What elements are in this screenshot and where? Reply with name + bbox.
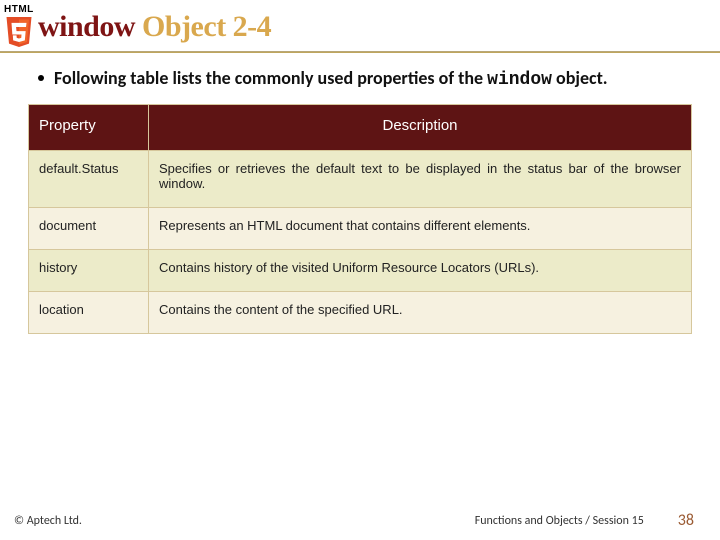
col-header-property: Property bbox=[29, 105, 149, 151]
cell-property: document bbox=[29, 208, 149, 250]
table-row: history Contains history of the visited … bbox=[29, 250, 692, 292]
slide-content: Following table lists the commonly used … bbox=[0, 53, 720, 334]
table-header-row: Property Description bbox=[29, 105, 692, 151]
html5-shield-icon bbox=[4, 15, 34, 49]
table-row: document Represents an HTML document tha… bbox=[29, 208, 692, 250]
cell-description: Specifies or retrieves the default text … bbox=[149, 151, 692, 208]
title-part-1: window bbox=[38, 10, 142, 43]
bullet-text: Following table lists the commonly used … bbox=[54, 67, 608, 90]
properties-table: Property Description default.Status Spec… bbox=[28, 104, 692, 334]
bullet-item: Following table lists the commonly used … bbox=[38, 67, 692, 90]
bullet-post: object. bbox=[552, 67, 608, 89]
footer-copyright: © Aptech Ltd. bbox=[14, 514, 82, 528]
cell-description: Contains the content of the specified UR… bbox=[149, 292, 692, 334]
slide-title: window Object 2-4 bbox=[38, 10, 271, 44]
bullet-pre: Following table lists the commonly used … bbox=[54, 67, 487, 89]
col-header-description: Description bbox=[149, 105, 692, 151]
cell-description: Contains history of the visited Uniform … bbox=[149, 250, 692, 292]
cell-description: Represents an HTML document that contain… bbox=[149, 208, 692, 250]
html5-logo-word: HTML bbox=[4, 4, 34, 15]
bullet-code: window bbox=[487, 70, 552, 90]
bullet-dot-icon bbox=[38, 75, 44, 81]
slide-header: HTML window Object 2-4 bbox=[0, 0, 720, 49]
footer-page-number: 38 bbox=[678, 511, 694, 530]
table-row: default.Status Specifies or retrieves th… bbox=[29, 151, 692, 208]
cell-property: history bbox=[29, 250, 149, 292]
cell-property: default.Status bbox=[29, 151, 149, 208]
title-part-2: Object 2-4 bbox=[142, 10, 271, 43]
html5-logo: HTML bbox=[4, 4, 34, 49]
footer-session: Functions and Objects / Session 15 bbox=[475, 514, 644, 528]
cell-property: location bbox=[29, 292, 149, 334]
table-row: location Contains the content of the spe… bbox=[29, 292, 692, 334]
slide-footer: © Aptech Ltd. Functions and Objects / Se… bbox=[0, 511, 720, 530]
